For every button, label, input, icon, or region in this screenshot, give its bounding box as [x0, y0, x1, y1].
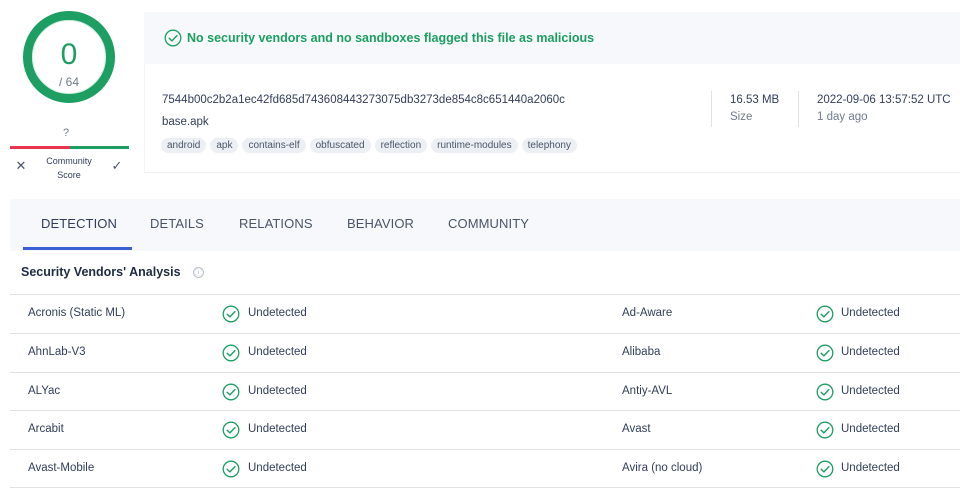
vendor-name: Ad-Aware: [622, 307, 673, 319]
table-row: Avast-Mobile Undetected Avira (no cloud) Un…: [10, 449, 960, 488]
tab-details[interactable]: DETAILS: [150, 216, 204, 231]
vendor-name: ALYac: [28, 384, 61, 397]
file-tag[interactable]: apk: [210, 138, 239, 153]
analysis-date-value: 2022-09-06 13:57:52 UTC: [817, 94, 951, 106]
file-name: base.apk: [162, 116, 209, 128]
detection-count: 0: [60, 38, 78, 71]
divider: [798, 91, 799, 127]
active-tab-indicator: [23, 247, 132, 250]
vendor-result: Undetected: [248, 423, 307, 436]
vendor-result: Undetected: [841, 307, 900, 319]
vendor-name: Arcabit: [28, 423, 64, 436]
file-tags: android apk contains-elf obfuscated reflecti…: [161, 138, 577, 153]
tab-behavior[interactable]: BEHAVIOR: [347, 216, 414, 231]
file-tag[interactable]: telephony: [521, 138, 577, 153]
community-bar-harmless: [70, 146, 129, 149]
vendor-name: Avira (no cloud): [622, 462, 703, 475]
check-circle-icon: [222, 305, 240, 323]
table-row: AhnLab-V3 Undetected Alibaba Undetected: [10, 332, 960, 372]
detection-score-ring: 0 / 64: [23, 11, 115, 103]
analysis-date-relative: 1 day ago: [817, 111, 868, 123]
check-circle-icon: [816, 421, 834, 439]
file-tag[interactable]: reflection: [374, 138, 428, 153]
vote-malicious-button[interactable]: ✕: [14, 158, 28, 174]
check-circle-icon: [816, 344, 834, 362]
community-score-value: ?: [63, 127, 70, 139]
tab-relations[interactable]: RELATIONS: [239, 216, 313, 231]
vendor-name: Avast: [622, 423, 651, 436]
table-row: Acronis (Static ML) Undetected Ad-Aware Und…: [10, 294, 960, 333]
check-circle-icon: [222, 344, 240, 362]
vendor-result: Undetected: [248, 462, 307, 475]
vendor-name: Avast-Mobile: [28, 462, 95, 475]
report-tabs: DETECTION DETAILS RELATIONS BEHAVIOR COM…: [10, 199, 960, 251]
community-bar-malicious: [10, 146, 70, 149]
vendor-result: Undetected: [841, 423, 900, 436]
info-icon[interactable]: ⓘ: [193, 267, 204, 278]
engine-total: / 64: [58, 75, 79, 89]
verdict-message: No security vendors and no sandboxes fla…: [187, 31, 595, 45]
vendor-result: Undetected: [841, 462, 900, 475]
file-summary: 7544b00c2b2a1ec42fd685d743608443273075db…: [144, 64, 960, 173]
vendor-results-table: Acronis (Static ML) Undetected Ad-Aware Und…: [10, 294, 960, 488]
check-circle-icon: [816, 305, 834, 323]
file-size-value: 16.53 MB: [730, 94, 780, 106]
check-circle-icon: [222, 421, 240, 439]
vendor-name: AhnLab-V3: [28, 345, 86, 358]
community-score-label: Community Score: [46, 156, 92, 180]
vendor-name: Antiy-AVL: [622, 384, 673, 397]
vendor-result: Undetected: [841, 345, 900, 358]
divider: [711, 91, 712, 127]
file-tag[interactable]: android: [161, 138, 207, 153]
file-tag[interactable]: runtime-modules: [431, 138, 518, 153]
table-row: ALYac Undetected Antiy-AVL Undetected: [10, 371, 960, 411]
check-circle-icon: [222, 460, 240, 478]
vendor-result: Undetected: [841, 384, 900, 397]
vendor-name: Acronis (Static ML): [28, 307, 126, 319]
vendor-result: Undetected: [248, 307, 307, 319]
check-circle-icon: [222, 383, 240, 401]
vendor-result: Undetected: [248, 345, 307, 358]
verdict-banner: No security vendors and no sandboxes fla…: [144, 12, 960, 64]
tab-detection[interactable]: DETECTION: [41, 216, 117, 231]
check-circle-icon: [164, 29, 182, 47]
file-tag[interactable]: contains-elf: [242, 138, 306, 153]
section-title: Security Vendors' Analysis: [21, 265, 181, 279]
table-row: Arcabit Undetected Avast Undetected: [10, 410, 960, 449]
vote-harmless-button[interactable]: ✓: [110, 158, 124, 174]
file-tag[interactable]: obfuscated: [309, 138, 371, 153]
check-circle-icon: [816, 460, 834, 478]
tab-community[interactable]: COMMUNITY: [448, 216, 529, 231]
vendor-result: Undetected: [248, 384, 307, 397]
vendor-name: Alibaba: [622, 345, 661, 358]
file-size-label: Size: [730, 111, 753, 123]
check-circle-icon: [816, 383, 834, 401]
file-hash[interactable]: 7544b00c2b2a1ec42fd685d743608443273075db…: [162, 94, 565, 106]
